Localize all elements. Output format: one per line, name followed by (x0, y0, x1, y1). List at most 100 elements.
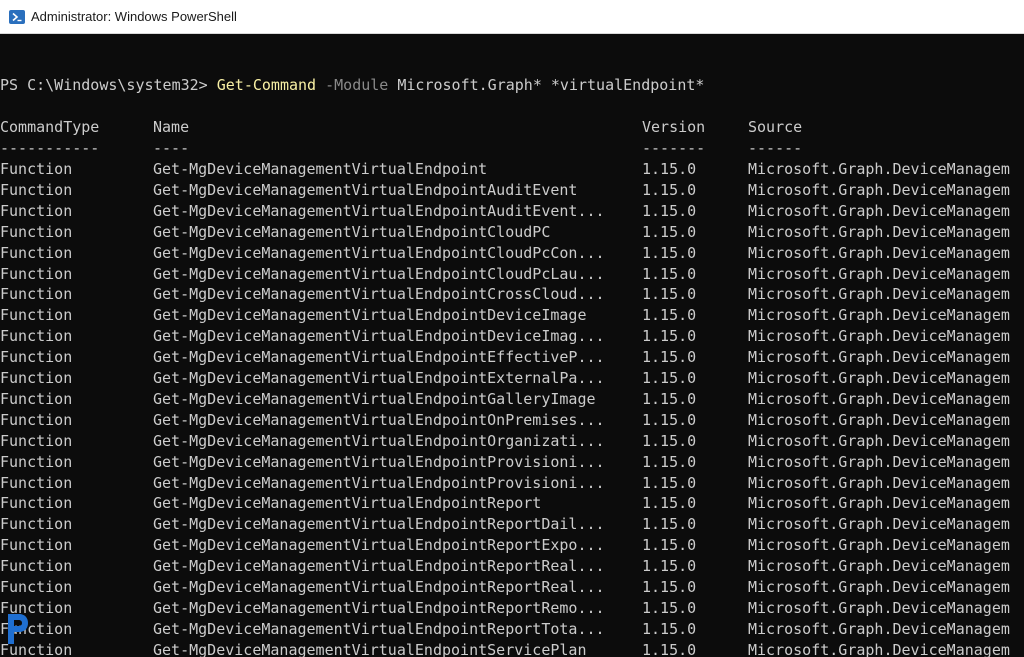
separator-commandtype: ----------- (0, 139, 100, 157)
cell-version: 1.15.0 (642, 160, 697, 178)
cell-name: Get-MgDeviceManagementVirtualEndpointRep… (153, 598, 605, 617)
cell-name: Get-MgDeviceManagementVirtualEndpointDev… (153, 327, 605, 346)
cell-version: 1.15.0 (642, 619, 697, 638)
cell-source: Microsoft.Graph.DeviceManagem (748, 160, 1010, 178)
cell-commandtype: Function (0, 536, 73, 555)
separator-name: ---- (153, 139, 190, 157)
cell-source: Microsoft.Graph.DeviceManagem (748, 180, 1010, 199)
cell-source: Microsoft.Graph.DeviceManagem (748, 557, 1010, 576)
prompt-line: PS C:\Windows\system32> Get-Command -Mod… (0, 75, 704, 95)
table-row: Function Get-MgDeviceManagementVirtualEnd… (0, 410, 1024, 430)
cell-source: Microsoft.Graph.DeviceManagem (748, 619, 1010, 638)
cell-version: 1.15.0 (642, 557, 697, 576)
cell-name: Get-MgDeviceManagementVirtualEndpointRep… (153, 494, 542, 513)
cell-name: Get-MgDeviceManagementVirtualEndpointOnP… (153, 410, 605, 429)
cell-version: 1.15.0 (642, 180, 697, 199)
table-row: Function Get-MgDeviceManagementVirtualEnd… (0, 535, 1024, 555)
cell-commandtype: Function (0, 180, 73, 199)
cell-commandtype: Function (0, 201, 73, 220)
table-row: Function Get-MgDeviceManagementVirtualEnd… (0, 473, 1024, 493)
table-row: Function Get-MgDeviceManagementVirtualEnd… (0, 493, 1024, 513)
header-commandtype: CommandType (0, 118, 100, 136)
console-output[interactable]: PS C:\Windows\system32> Get-Command -Mod… (0, 34, 1024, 657)
table-row: Function Get-MgDeviceManagementVirtualEnd… (0, 556, 1024, 576)
table-row: Function Get-MgDeviceManagementVirtualEnd… (0, 389, 1024, 409)
table-row: Function Get-MgDeviceManagementVirtualEnd… (0, 577, 1024, 597)
cell-version: 1.15.0 (642, 264, 697, 283)
cell-name: Get-MgDeviceManagementVirtualEndpointPro… (153, 452, 605, 471)
cell-commandtype: Function (0, 515, 73, 534)
cell-name: Get-MgDeviceManagementVirtualEndpointClo… (153, 264, 605, 283)
table-row: Function Get-MgDeviceManagementVirtualEnd… (0, 452, 1024, 472)
cell-source: Microsoft.Graph.DeviceManagem (748, 222, 1010, 241)
table-row: Function Get-MgDeviceManagementVirtualEnd… (0, 264, 1024, 284)
cell-source: Microsoft.Graph.DeviceManagem (748, 264, 1010, 283)
powershell-window: Administrator: Windows PowerShell PS C:\… (0, 0, 1024, 657)
table-row: Function Get-MgDeviceManagementVirtualEnd… (0, 159, 1024, 179)
table-row: Function Get-MgDeviceManagementVirtualEnd… (0, 222, 1024, 242)
cell-name: Get-MgDeviceManagementVirtualEndpointAud… (153, 201, 605, 220)
cell-commandtype: Function (0, 389, 73, 408)
cell-version: 1.15.0 (642, 452, 697, 471)
header-version: Version (642, 118, 706, 136)
table-row: Function Get-MgDeviceManagementVirtualEnd… (0, 305, 1024, 325)
cell-version: 1.15.0 (642, 494, 697, 513)
cell-commandtype: Function (0, 494, 73, 513)
p-logo-icon (4, 612, 30, 646)
separator-version: ------- (642, 139, 706, 157)
header-name: Name (153, 118, 190, 136)
table-row: Function Get-MgDeviceManagementVirtualEnd… (0, 640, 1024, 657)
cell-source: Microsoft.Graph.DeviceManagem (748, 410, 1010, 429)
cell-source: Microsoft.Graph.DeviceManagem (748, 369, 1010, 387)
cell-version: 1.15.0 (642, 327, 697, 346)
cell-version: 1.15.0 (642, 348, 697, 367)
command-arg-name: *virtualEndpoint* (550, 76, 705, 94)
table-row: Function Get-MgDeviceManagementVirtualEnd… (0, 431, 1024, 451)
table-separator-row: ----------- ---- ------- ------ (0, 138, 1024, 158)
cell-name: Get-MgDeviceManagementVirtualEndpointExt… (153, 369, 605, 387)
cell-commandtype: Function (0, 327, 73, 346)
cell-source: Microsoft.Graph.DeviceManagem (748, 243, 1010, 262)
table-row: Function Get-MgDeviceManagementVirtualEnd… (0, 201, 1024, 221)
command-arg-module: Microsoft.Graph* (397, 76, 542, 94)
cell-version: 1.15.0 (642, 598, 697, 617)
cell-source: Microsoft.Graph.DeviceManagem (748, 327, 1010, 346)
cell-name: Get-MgDeviceManagementVirtualEndpointClo… (153, 222, 551, 241)
cell-version: 1.15.0 (642, 410, 697, 429)
cell-name: Get-MgDeviceManagementVirtualEndpointDev… (153, 306, 587, 325)
cell-name: Get-MgDeviceManagementVirtualEndpointEff… (153, 348, 605, 367)
cell-version: 1.15.0 (642, 285, 697, 304)
cell-commandtype: Function (0, 160, 73, 178)
cell-commandtype: Function (0, 348, 73, 367)
cell-commandtype: Function (0, 410, 73, 429)
cell-commandtype: Function (0, 243, 73, 262)
cell-commandtype: Function (0, 369, 73, 387)
table-row: Function Get-MgDeviceManagementVirtualEnd… (0, 619, 1024, 639)
cell-commandtype: Function (0, 431, 73, 450)
cell-source: Microsoft.Graph.DeviceManagem (748, 306, 1010, 325)
cell-version: 1.15.0 (642, 473, 697, 492)
cell-source: Microsoft.Graph.DeviceManagem (748, 640, 1010, 657)
cell-commandtype: Function (0, 452, 73, 471)
cell-name: Get-MgDeviceManagementVirtualEndpointPro… (153, 473, 605, 492)
cell-source: Microsoft.Graph.DeviceManagem (748, 598, 1010, 617)
cell-source: Microsoft.Graph.DeviceManagem (748, 536, 1010, 555)
table-header-row: CommandType Name Version Source (0, 117, 1024, 137)
cell-source: Microsoft.Graph.DeviceManagem (748, 452, 1010, 471)
table-row: Function Get-MgDeviceManagementVirtualEnd… (0, 514, 1024, 534)
cell-version: 1.15.0 (642, 243, 697, 262)
cell-version: 1.15.0 (642, 389, 697, 408)
cell-source: Microsoft.Graph.DeviceManagem (748, 473, 1010, 492)
cell-version: 1.15.0 (642, 578, 697, 596)
cell-version: 1.15.0 (642, 536, 697, 555)
cell-name: Get-MgDeviceManagementVirtualEndpointRep… (153, 557, 605, 576)
cell-version: 1.15.0 (642, 515, 697, 534)
title-bar[interactable]: Administrator: Windows PowerShell (0, 0, 1024, 34)
prompt-path: PS C:\Windows\system32> (0, 76, 208, 94)
window-title: Administrator: Windows PowerShell (31, 9, 237, 24)
cell-name: Get-MgDeviceManagementVirtualEndpointRep… (153, 515, 605, 534)
cell-version: 1.15.0 (642, 369, 697, 387)
cell-name: Get-MgDeviceManagementVirtualEndpoint (153, 160, 488, 178)
cell-name: Get-MgDeviceManagementVirtualEndpointClo… (153, 243, 605, 262)
cell-commandtype: Function (0, 557, 73, 576)
